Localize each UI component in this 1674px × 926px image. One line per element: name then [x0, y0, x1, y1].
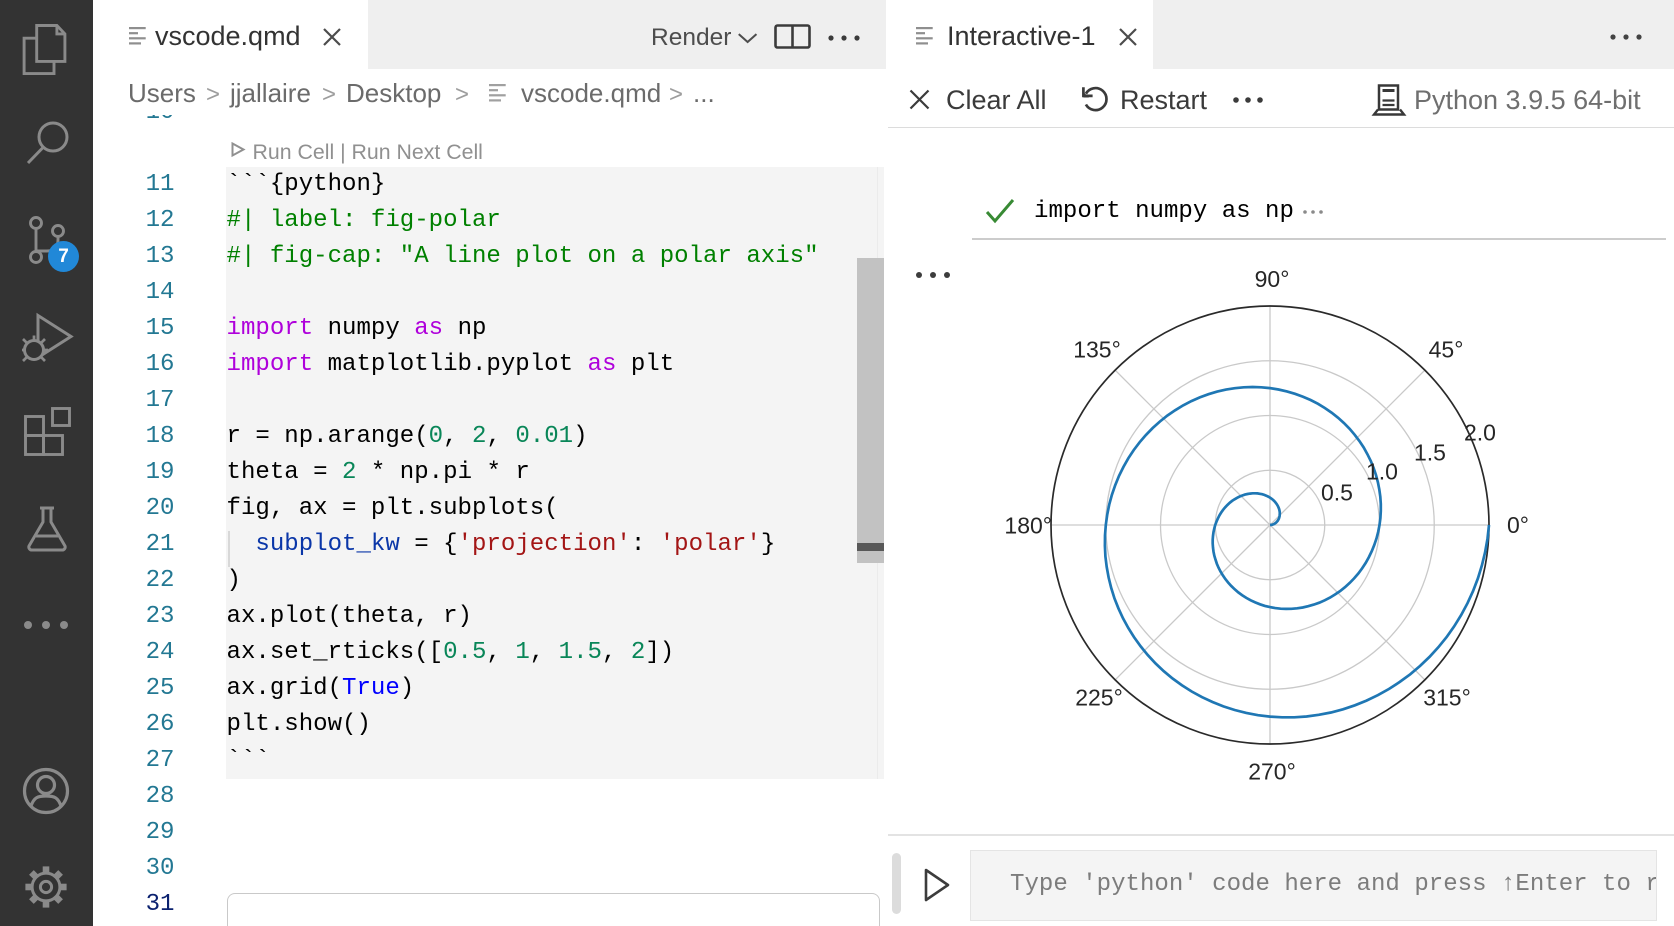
svg-text:270°: 270° — [1248, 759, 1296, 785]
svg-text:2.0: 2.0 — [1464, 420, 1496, 446]
svg-text:0°: 0° — [1507, 512, 1529, 538]
svg-text:180°: 180° — [1004, 513, 1052, 539]
svg-text:1.5: 1.5 — [1414, 440, 1446, 466]
svg-text:225°: 225° — [1075, 685, 1123, 711]
svg-text:315°: 315° — [1423, 685, 1471, 711]
svg-text:90°: 90° — [1255, 266, 1290, 292]
svg-text:0.5: 0.5 — [1321, 480, 1353, 506]
svg-text:1.0: 1.0 — [1366, 459, 1398, 485]
svg-text:135°: 135° — [1073, 337, 1121, 363]
svg-text:45°: 45° — [1429, 337, 1464, 363]
